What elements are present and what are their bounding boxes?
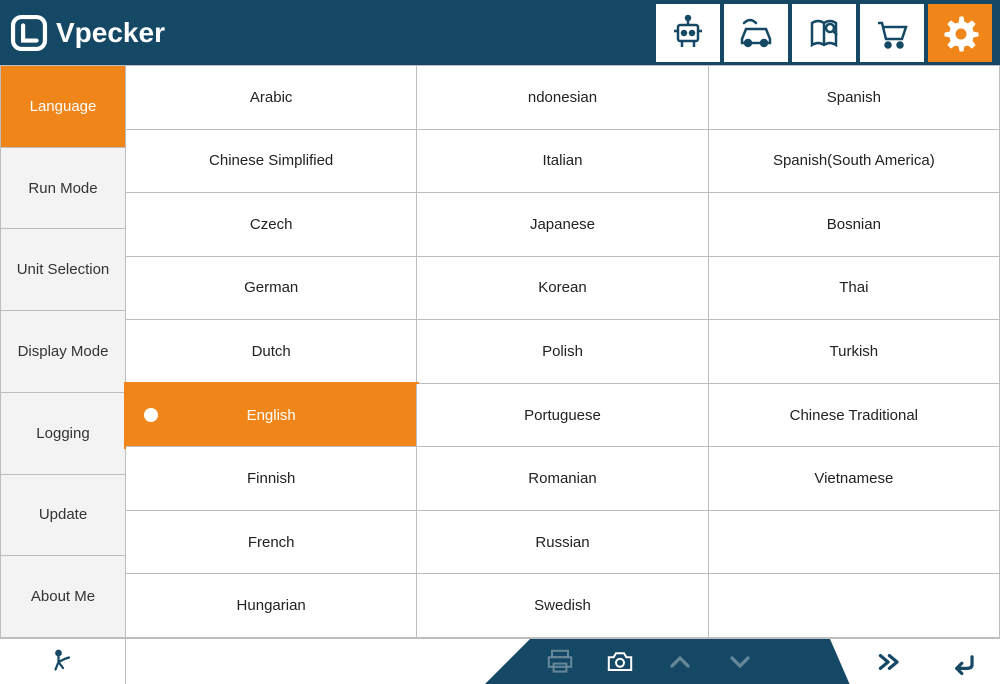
language-label: Romanian: [528, 470, 596, 487]
cart-icon: [872, 13, 912, 53]
language-option[interactable]: Russian: [417, 511, 708, 575]
sidebar-item-logging[interactable]: Logging: [0, 393, 126, 475]
language-label: Russian: [535, 534, 589, 551]
sidebar-item-label: Language: [30, 98, 97, 115]
down-button[interactable]: [710, 639, 770, 684]
language-label: French: [248, 534, 295, 551]
up-button[interactable]: [650, 639, 710, 684]
manual-button[interactable]: [792, 4, 856, 62]
language-label: Hungarian: [237, 597, 306, 614]
language-option[interactable]: Dutch: [126, 320, 417, 384]
up-icon: [664, 646, 696, 678]
exit-button[interactable]: [0, 639, 126, 684]
back-icon: [949, 646, 981, 678]
vehicle-button[interactable]: [724, 4, 788, 62]
language-option[interactable]: ndonesian: [417, 66, 708, 130]
language-label: Finnish: [247, 470, 295, 487]
print-icon: [544, 646, 576, 678]
sidebar-item-display-mode[interactable]: Display Mode: [0, 311, 126, 393]
language-label: Vietnamese: [814, 470, 893, 487]
print-button[interactable]: [530, 639, 590, 684]
store-button[interactable]: [860, 4, 924, 62]
language-label: Thai: [839, 279, 868, 296]
header-bar: Vpecker: [0, 0, 1000, 65]
settings-sidebar: Language Run Mode Unit Selection Display…: [0, 65, 126, 638]
language-label: Japanese: [530, 216, 595, 233]
language-option[interactable]: Vietnamese: [709, 447, 1000, 511]
sidebar-item-label: Logging: [36, 425, 89, 442]
language-label: English: [247, 407, 296, 424]
down-icon: [724, 646, 756, 678]
camera-icon: [604, 646, 636, 678]
back-button[interactable]: [930, 639, 1000, 684]
language-option[interactable]: Chinese Simplified: [126, 130, 417, 194]
language-option[interactable]: Arabic: [126, 66, 417, 130]
language-option[interactable]: Korean: [417, 257, 708, 321]
radio-selected-icon: [144, 408, 158, 422]
language-option[interactable]: Polish: [417, 320, 708, 384]
language-grid: Arabic ndonesian Spanish Chinese Simplified…: [126, 65, 1000, 638]
language-label: Italian: [542, 152, 582, 169]
language-option[interactable]: Turkish: [709, 320, 1000, 384]
language-label: Dutch: [252, 343, 291, 360]
sidebar-item-language[interactable]: Language: [0, 65, 126, 148]
settings-button[interactable]: [928, 4, 992, 62]
language-option[interactable]: Italian: [417, 130, 708, 194]
app-logo: Vpecker: [8, 12, 165, 54]
sidebar-item-unit-selection[interactable]: Unit Selection: [0, 229, 126, 311]
language-label: Chinese Simplified: [209, 152, 333, 169]
language-label: Spanish(South America): [773, 152, 935, 169]
language-label: German: [244, 279, 298, 296]
language-label: Arabic: [250, 89, 293, 106]
logo-icon: [8, 12, 50, 54]
screenshot-button[interactable]: [590, 639, 650, 684]
language-label: Korean: [538, 279, 586, 296]
sidebar-item-label: About Me: [31, 588, 95, 605]
language-option-empty: [709, 511, 1000, 575]
car-icon: [736, 13, 776, 53]
language-label: Bosnian: [827, 216, 881, 233]
language-label: Portuguese: [524, 407, 601, 424]
diagnose-button[interactable]: [656, 4, 720, 62]
language-option[interactable]: Japanese: [417, 193, 708, 257]
language-option[interactable]: Portuguese: [417, 384, 708, 448]
footer-bar: [0, 638, 1000, 684]
language-label: Swedish: [534, 597, 591, 614]
sidebar-item-run-mode[interactable]: Run Mode: [0, 148, 126, 230]
language-option[interactable]: Thai: [709, 257, 1000, 321]
language-option[interactable]: Chinese Traditional: [709, 384, 1000, 448]
language-option[interactable]: Swedish: [417, 574, 708, 638]
sidebar-item-label: Display Mode: [18, 343, 109, 360]
language-option[interactable]: Hungarian: [126, 574, 417, 638]
language-option[interactable]: Spanish: [709, 66, 1000, 130]
app-name: Vpecker: [56, 17, 165, 49]
language-option[interactable]: German: [126, 257, 417, 321]
language-option[interactable]: Finnish: [126, 447, 417, 511]
next-icon: [874, 646, 906, 678]
language-label: Polish: [542, 343, 583, 360]
language-option[interactable]: French: [126, 511, 417, 575]
language-label: Spanish: [827, 89, 881, 106]
language-option[interactable]: Spanish(South America): [709, 130, 1000, 194]
gear-icon: [940, 13, 980, 53]
language-option[interactable]: Bosnian: [709, 193, 1000, 257]
language-label: Czech: [250, 216, 293, 233]
sidebar-item-label: Run Mode: [28, 180, 97, 197]
sidebar-item-label: Unit Selection: [17, 261, 110, 278]
language-label: ndonesian: [528, 89, 597, 106]
language-label: Chinese Traditional: [790, 407, 918, 424]
book-icon: [804, 13, 844, 53]
language-label: Turkish: [830, 343, 879, 360]
sidebar-item-update[interactable]: Update: [0, 475, 126, 557]
sidebar-item-about-me[interactable]: About Me: [0, 556, 126, 638]
robot-icon: [668, 13, 708, 53]
sidebar-item-label: Update: [39, 506, 87, 523]
language-option[interactable]: English: [126, 384, 417, 448]
language-option[interactable]: Romanian: [417, 447, 708, 511]
run-icon: [48, 647, 78, 677]
language-option-empty: [709, 574, 1000, 638]
language-option[interactable]: Czech: [126, 193, 417, 257]
